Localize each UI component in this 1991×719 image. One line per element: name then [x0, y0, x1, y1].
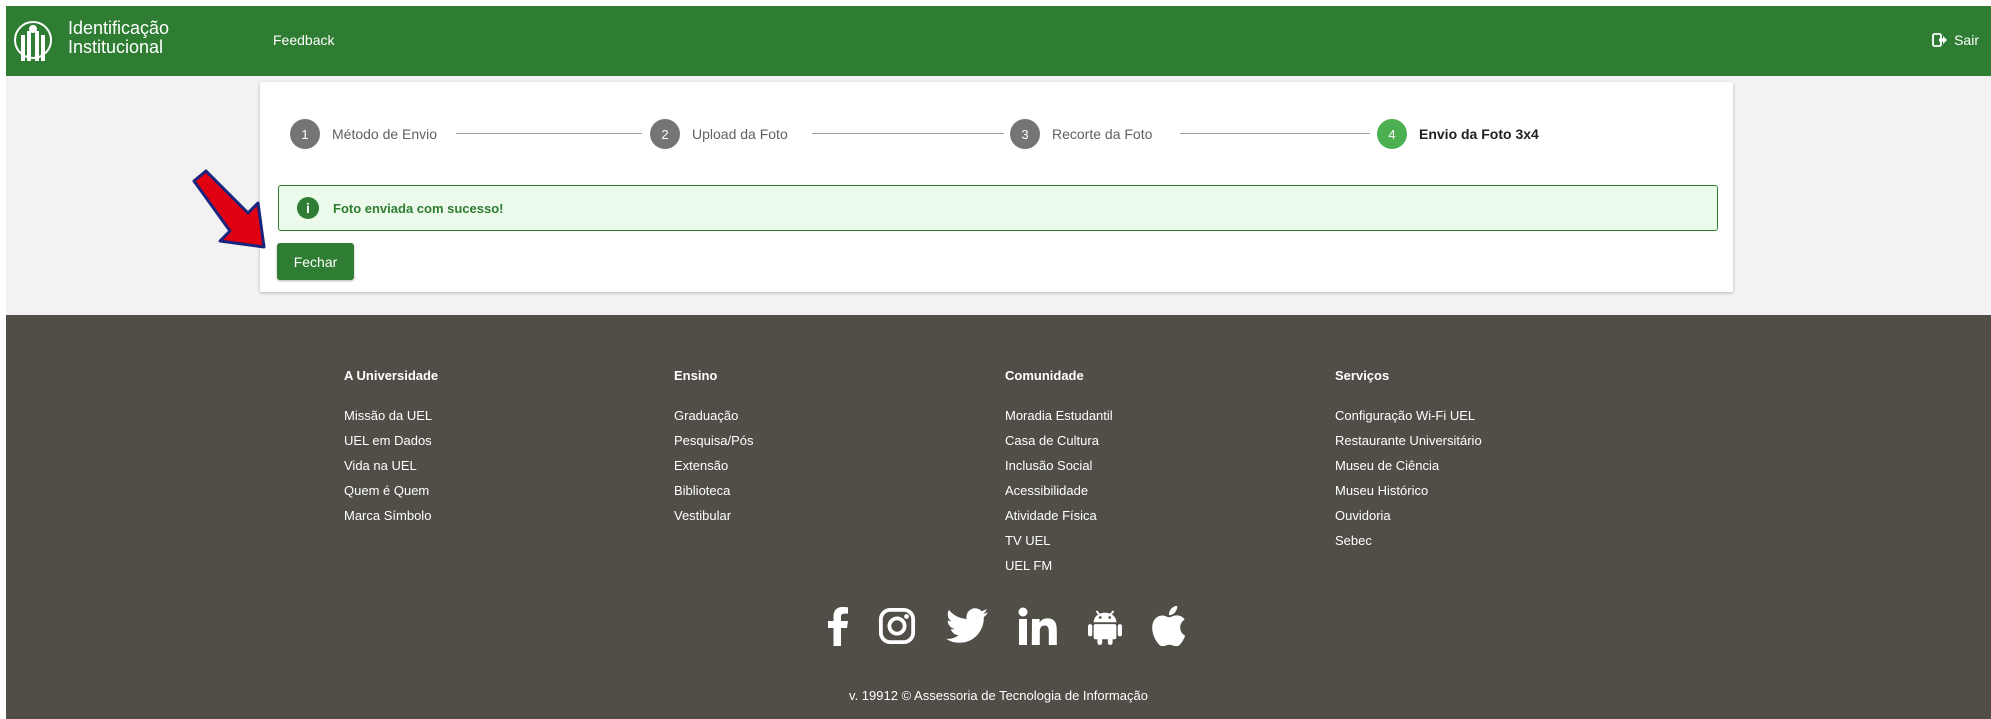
step-1-number: 1	[290, 119, 320, 149]
footer-link[interactable]: Missão da UEL	[344, 403, 438, 428]
footer-link[interactable]: Acessibilidade	[1005, 478, 1113, 503]
version-text: v. 19912 © Assessoria de Tecnologia de I…	[849, 688, 1148, 703]
footer-column-comunidade: Comunidade Moradia Estudantil Casa de Cu…	[1005, 368, 1113, 578]
nav-feedback-link[interactable]: Feedback	[273, 32, 334, 48]
footer-link[interactable]: Inclusão Social	[1005, 453, 1113, 478]
footer-column-title: Comunidade	[1005, 368, 1084, 383]
footer-link[interactable]: Vida na UEL	[344, 453, 438, 478]
footer-link[interactable]: Graduação	[674, 403, 754, 428]
facebook-icon[interactable]	[828, 606, 848, 646]
logout-label: Sair	[1954, 32, 1979, 48]
footer-link[interactable]: Ouvidoria	[1335, 503, 1482, 528]
top-navbar: Identificação Institucional Feedback Sai…	[6, 6, 1991, 76]
step-2-number: 2	[650, 119, 680, 149]
footer-column-universidade: A Universidade Missão da UEL UEL em Dado…	[344, 368, 438, 528]
step-connector-2	[812, 133, 1004, 134]
footer-link[interactable]: Extensão	[674, 453, 754, 478]
footer-link[interactable]: Vestibular	[674, 503, 754, 528]
step-3-number: 3	[1010, 119, 1040, 149]
apple-icon[interactable]	[1152, 606, 1186, 646]
footer-column-ensino: Ensino Graduação Pesquisa/Pós Extensão B…	[674, 368, 754, 528]
footer-link[interactable]: Marca Símbolo	[344, 503, 438, 528]
upload-card: 1 Método de Envio 2 Upload da Foto 3 Rec…	[260, 82, 1733, 292]
info-icon: i	[297, 197, 319, 219]
step-1-label: Método de Envio	[332, 126, 438, 142]
sign-out-icon	[1932, 33, 1948, 47]
step-connector-3	[1180, 133, 1370, 134]
app-frame: Identificação Institucional Feedback Sai…	[6, 6, 1991, 719]
footer-column-servicos: Serviços Configuração Wi-Fi UEL Restaura…	[1335, 368, 1482, 553]
footer-column-title: Serviços	[1335, 368, 1390, 383]
footer-link[interactable]: Pesquisa/Pós	[674, 428, 754, 453]
android-icon[interactable]	[1088, 606, 1122, 646]
footer-link[interactable]: Sebec	[1335, 528, 1482, 553]
step-3-label: Recorte da Foto	[1052, 126, 1153, 142]
step-4-number: 4	[1377, 119, 1407, 149]
footer-link[interactable]: Moradia Estudantil	[1005, 403, 1113, 428]
stepper: 1 Método de Envio 2 Upload da Foto 3 Rec…	[290, 118, 1690, 150]
success-alert: i Foto enviada com sucesso!	[278, 185, 1718, 231]
footer-link[interactable]: Restaurante Universitário	[1335, 428, 1482, 453]
social-links	[828, 603, 1186, 649]
brand-line-2: Institucional	[68, 37, 164, 57]
footer-link[interactable]: Atividade Física	[1005, 503, 1113, 528]
footer-link[interactable]: Configuração Wi-Fi UEL	[1335, 403, 1482, 428]
footer-link[interactable]: Museu Histórico	[1335, 478, 1482, 503]
step-4[interactable]: 4 Envio da Foto 3x4	[1377, 118, 1539, 150]
footer-link[interactable]: Casa de Cultura	[1005, 428, 1113, 453]
twitter-icon[interactable]	[946, 606, 988, 646]
footer-link[interactable]: UEL em Dados	[344, 428, 438, 453]
alert-message: Foto enviada com sucesso!	[333, 200, 504, 216]
footer-column-title: Ensino	[674, 368, 718, 383]
step-1[interactable]: 1 Método de Envio	[290, 118, 437, 150]
step-2[interactable]: 2 Upload da Foto	[650, 118, 788, 150]
step-2-label: Upload da Foto	[692, 126, 788, 142]
footer-link[interactable]: Quem é Quem	[344, 478, 438, 503]
footer-link[interactable]: TV UEL	[1005, 528, 1113, 553]
red-arrow-annotation-icon	[192, 169, 266, 249]
footer-link[interactable]: Museu de Ciência	[1335, 453, 1482, 478]
footer-link[interactable]: UEL FM	[1005, 553, 1113, 578]
step-4-label: Envio da Foto 3x4	[1419, 126, 1539, 142]
footer-link[interactable]: Biblioteca	[674, 478, 754, 503]
close-button[interactable]: Fechar	[277, 243, 354, 280]
instagram-icon[interactable]	[878, 606, 916, 646]
step-3[interactable]: 3 Recorte da Foto	[1010, 118, 1152, 150]
brand-title: Identificação Institucional	[68, 19, 169, 57]
brand-line-1: Identificação	[68, 18, 170, 38]
step-connector-1	[456, 133, 642, 134]
uel-logo-icon	[14, 21, 52, 61]
linkedin-icon[interactable]	[1018, 606, 1058, 646]
logout-button[interactable]: Sair	[1932, 32, 1979, 48]
site-footer: A Universidade Missão da UEL UEL em Dado…	[6, 315, 1991, 719]
footer-column-title: A Universidade	[344, 368, 439, 383]
